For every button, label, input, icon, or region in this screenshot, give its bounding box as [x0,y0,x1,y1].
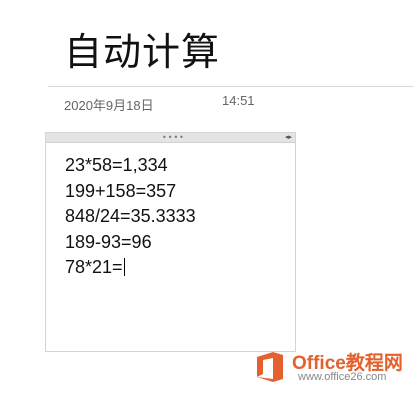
calc-line[interactable]: 189-93=96 [65,230,291,256]
calc-line[interactable]: 848/24=35.3333 [65,204,291,230]
office-logo-icon [257,352,283,382]
calc-line-text: 78*21= [65,257,123,277]
grip-dots-icon[interactable]: •••• [162,134,185,142]
text-caret [123,258,125,276]
watermark-url: www.office26.com [298,371,387,383]
note-container[interactable]: •••• ◂▸ 23*58=1,334 199+158=357 848/24=3… [45,132,296,352]
note-container-handle[interactable]: •••• ◂▸ [46,133,295,143]
page-time: 14:51 [222,93,255,108]
title-divider [48,86,414,87]
note-body[interactable]: 23*58=1,334 199+158=357 848/24=35.3333 1… [65,153,291,281]
resize-arrows-icon[interactable]: ◂▸ [285,133,292,142]
page-title[interactable]: 自动计算 [64,28,220,76]
calc-line[interactable]: 23*58=1,334 [65,153,291,179]
onenote-page: 自动计算 2020年9月18日 14:51 •••• ◂▸ 23*58=1,33… [0,0,414,397]
calc-line[interactable]: 199+158=357 [65,179,291,205]
calc-line-active[interactable]: 78*21= [65,255,291,281]
watermark: Office教程网 www.office26.com [254,346,414,394]
page-date: 2020年9月18日 [64,98,154,113]
